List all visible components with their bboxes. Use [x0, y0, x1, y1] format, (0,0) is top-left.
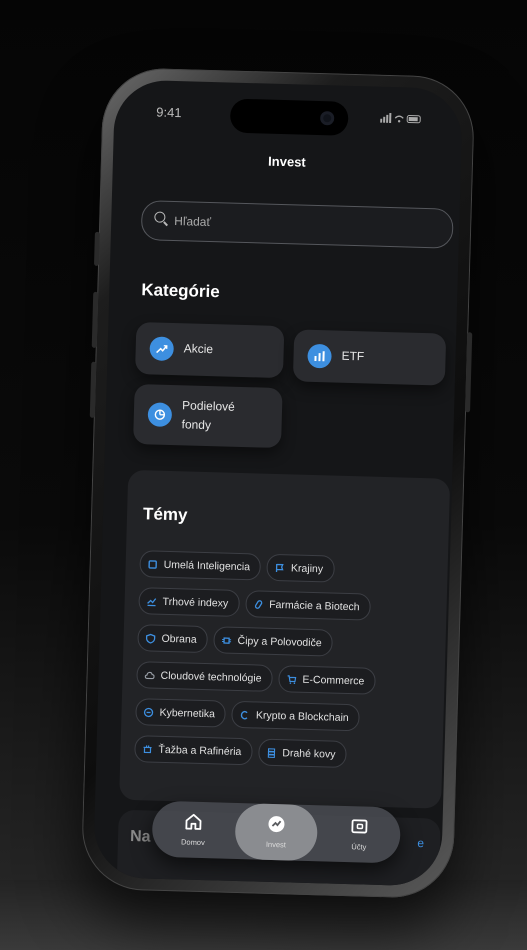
theme-chip-label: E-Commerce — [302, 673, 365, 687]
volume-down-button — [89, 361, 97, 418]
theme-chip-cipy-a-polovodice[interactable]: Čipy a Polovodiče — [213, 626, 334, 657]
power-button — [465, 332, 473, 413]
themes-panel: Témy Umelá Inteligencia Krajiny Trhové i… — [119, 469, 451, 809]
theme-chip-e-commerce[interactable]: E-Commerce — [278, 665, 376, 695]
cyber-icon — [143, 707, 154, 717]
categories-title: Kategórie — [141, 280, 221, 302]
category-card-akcie[interactable]: Akcie — [134, 321, 285, 379]
theme-chip-drahe-kovy[interactable]: Drahé kovy — [257, 738, 347, 769]
theme-chip-label: Obrana — [161, 632, 197, 646]
theme-chip-label: Kybernetika — [159, 706, 216, 720]
home-icon — [185, 813, 202, 830]
status-time: 9:41 — [156, 104, 182, 121]
cloud-icon — [144, 670, 155, 680]
invest-icon — [268, 816, 285, 833]
search-input[interactable] — [171, 209, 437, 240]
chip-ai-icon — [148, 559, 158, 569]
tab-label-invest: Invest — [265, 839, 287, 850]
theme-chip-label: Drahé kovy — [282, 746, 336, 761]
tab-label-domov: Domov — [180, 837, 205, 848]
cart-icon — [286, 674, 297, 684]
theme-chip-label: Krajiny — [290, 561, 324, 575]
theme-chip-label: Cloudové technológie — [160, 669, 262, 685]
volume-up-button — [91, 291, 99, 348]
tab-ucty[interactable]: Účty — [317, 805, 401, 863]
gold-bars-icon — [266, 747, 276, 758]
category-label-podielove-fondy: Podielové fondy — [181, 398, 236, 433]
bar-chart-icon — [307, 343, 332, 369]
theme-chip-umela-inteligencia[interactable]: Umelá Inteligencia — [139, 550, 262, 581]
theme-chip-label: Farmácie a Biotech — [269, 598, 360, 613]
index-chart-icon — [147, 596, 157, 606]
category-card-etf[interactable]: ETF — [292, 329, 447, 386]
theme-chip-list: Umelá Inteligencia Krajiny Trhové indexy… — [134, 550, 440, 770]
bottom-tab-bar: Domov Invest Účty — [151, 800, 401, 864]
chart-up-icon — [149, 336, 175, 362]
search-bar[interactable] — [140, 200, 454, 249]
category-card-podielove-fondy[interactable]: Podielové fondy — [133, 383, 283, 449]
crypto-icon — [240, 710, 250, 720]
pharma-icon — [253, 599, 263, 609]
theme-chip-obrana[interactable]: Obrana — [137, 624, 209, 654]
system-status-icons — [380, 112, 422, 127]
theme-chip-krajiny[interactable]: Krajiny — [266, 553, 335, 583]
action-button — [93, 231, 100, 266]
signal-wifi-battery-icon — [380, 112, 421, 124]
theme-chip-trhove-indexy[interactable]: Trhové indexy — [138, 587, 240, 617]
tab-domov[interactable]: Domov — [152, 801, 236, 859]
next-section-title: Na — [129, 828, 151, 846]
tab-label-ucty: Účty — [351, 842, 367, 852]
themes-title: Témy — [142, 504, 188, 525]
theme-chip-label: Čipy a Polovodiče — [237, 634, 322, 649]
phone-frame: 9:41 Invest Kategórie Akcie — [80, 66, 476, 900]
shield-icon — [145, 633, 156, 644]
theme-chip-farmacie-a-biotech[interactable]: Farmácie a Biotech — [244, 590, 371, 621]
tab-invest[interactable]: Invest — [234, 802, 319, 862]
semiconductor-icon — [221, 635, 232, 645]
theme-chip-kybernetika[interactable]: Kybernetika — [135, 698, 227, 728]
theme-chip-label: Umelá Inteligencia — [163, 558, 251, 573]
flag-icon — [275, 562, 285, 572]
theme-chip-label: Krypto a Blockchain — [255, 708, 349, 724]
dynamic-island — [229, 98, 349, 136]
mining-icon — [142, 744, 152, 754]
page-title: Invest — [267, 153, 306, 170]
theme-chip-tazba-a-rafineria[interactable]: Ťažba a Rafinéria — [134, 735, 253, 766]
camera-icon — [320, 111, 335, 126]
theme-chip-label: Trhové indexy — [162, 595, 229, 610]
category-label-akcie: Akcie — [183, 341, 214, 357]
theme-chip-label: Ťažba a Rafinéria — [158, 743, 242, 758]
wallet-icon — [351, 819, 368, 834]
theme-chip-krypto-a-blockchain[interactable]: Krypto a Blockchain — [231, 700, 361, 732]
status-bar: 9:41 — [114, 98, 462, 136]
theme-chip-cloudove-technologie[interactable]: Cloudové technológie — [136, 661, 273, 692]
next-section-link[interactable]: e — [417, 836, 424, 850]
phone-screen: 9:41 Invest Kategórie Akcie — [92, 79, 464, 887]
search-icon — [154, 211, 166, 223]
category-label-etf: ETF — [341, 348, 365, 364]
pie-chart-icon — [147, 402, 173, 428]
